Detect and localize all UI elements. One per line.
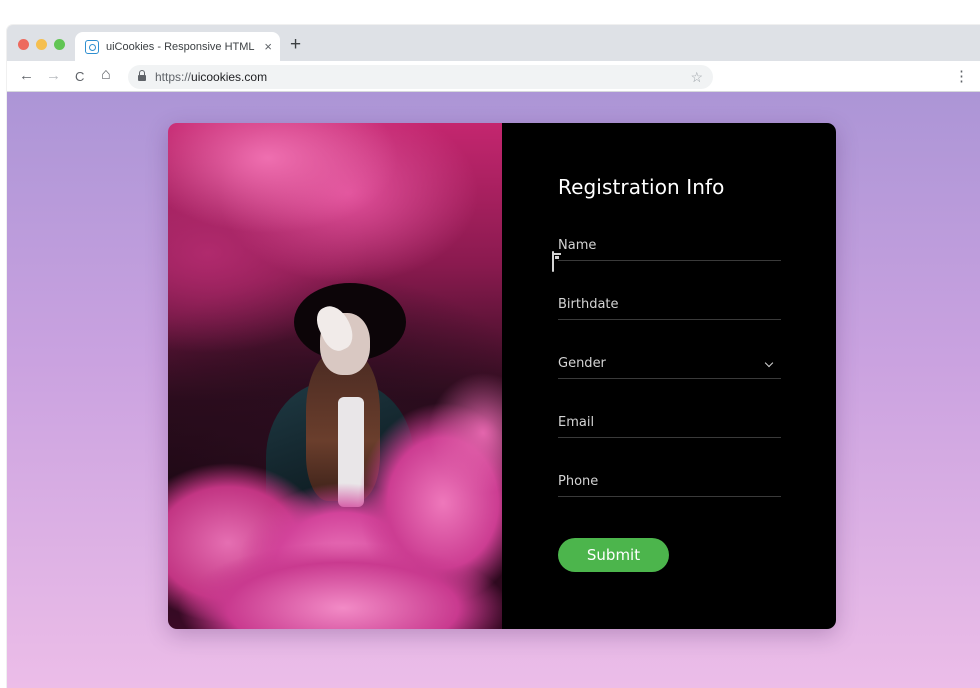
calendar-icon[interactable] <box>552 251 554 272</box>
submit-button[interactable]: Submit <box>558 538 669 572</box>
tab-title: uiCookies - Responsive HTML <box>106 40 255 53</box>
home-icon[interactable]: ⌂ <box>101 66 111 84</box>
window-controls <box>18 39 65 50</box>
registration-form: Registration Info Submi <box>502 123 836 629</box>
gender-select[interactable] <box>558 356 781 371</box>
url-text[interactable]: https://uicookies.com <box>155 70 690 84</box>
birthdate-field[interactable] <box>558 297 781 312</box>
form-title: Registration Info <box>558 175 725 199</box>
phone-field[interactable] <box>558 474 781 489</box>
bookmark-star-icon[interactable]: ☆ <box>690 69 703 86</box>
hero-image <box>168 123 502 629</box>
maximize-window-button[interactable] <box>54 39 65 50</box>
email-field-wrapper <box>558 379 781 438</box>
new-tab-button[interactable]: + <box>290 34 301 56</box>
lock-icon <box>138 69 146 82</box>
phone-field-wrapper <box>558 438 781 497</box>
minimize-window-button[interactable] <box>36 39 47 50</box>
page-viewport: Registration Info Submi <box>7 92 980 688</box>
tab-close-icon[interactable]: × <box>264 39 272 54</box>
browser-menu-icon[interactable]: ⋮ <box>954 67 969 85</box>
close-window-button[interactable] <box>18 39 29 50</box>
tab-bar: uiCookies - Responsive HTML × + <box>7 25 980 61</box>
registration-card: Registration Info Submi <box>168 123 836 629</box>
favicon-icon <box>85 39 99 54</box>
gender-field-wrapper <box>558 320 781 379</box>
browser-tab[interactable]: uiCookies - Responsive HTML × <box>75 32 280 61</box>
name-field-wrapper <box>558 227 781 261</box>
reload-icon[interactable]: C <box>75 68 84 86</box>
birthdate-field-wrapper <box>552 251 781 320</box>
back-icon[interactable]: ← <box>19 67 34 85</box>
name-field[interactable] <box>558 238 781 253</box>
address-bar[interactable]: https://uicookies.com ☆ <box>128 65 713 89</box>
forward-icon[interactable]: → <box>46 67 61 85</box>
email-field[interactable] <box>558 415 781 430</box>
browser-window: uiCookies - Responsive HTML × + ← → C ⌂ … <box>7 25 980 688</box>
browser-toolbar: ← → C ⌂ https://uicookies.com ☆ ⋮ <box>7 61 980 92</box>
